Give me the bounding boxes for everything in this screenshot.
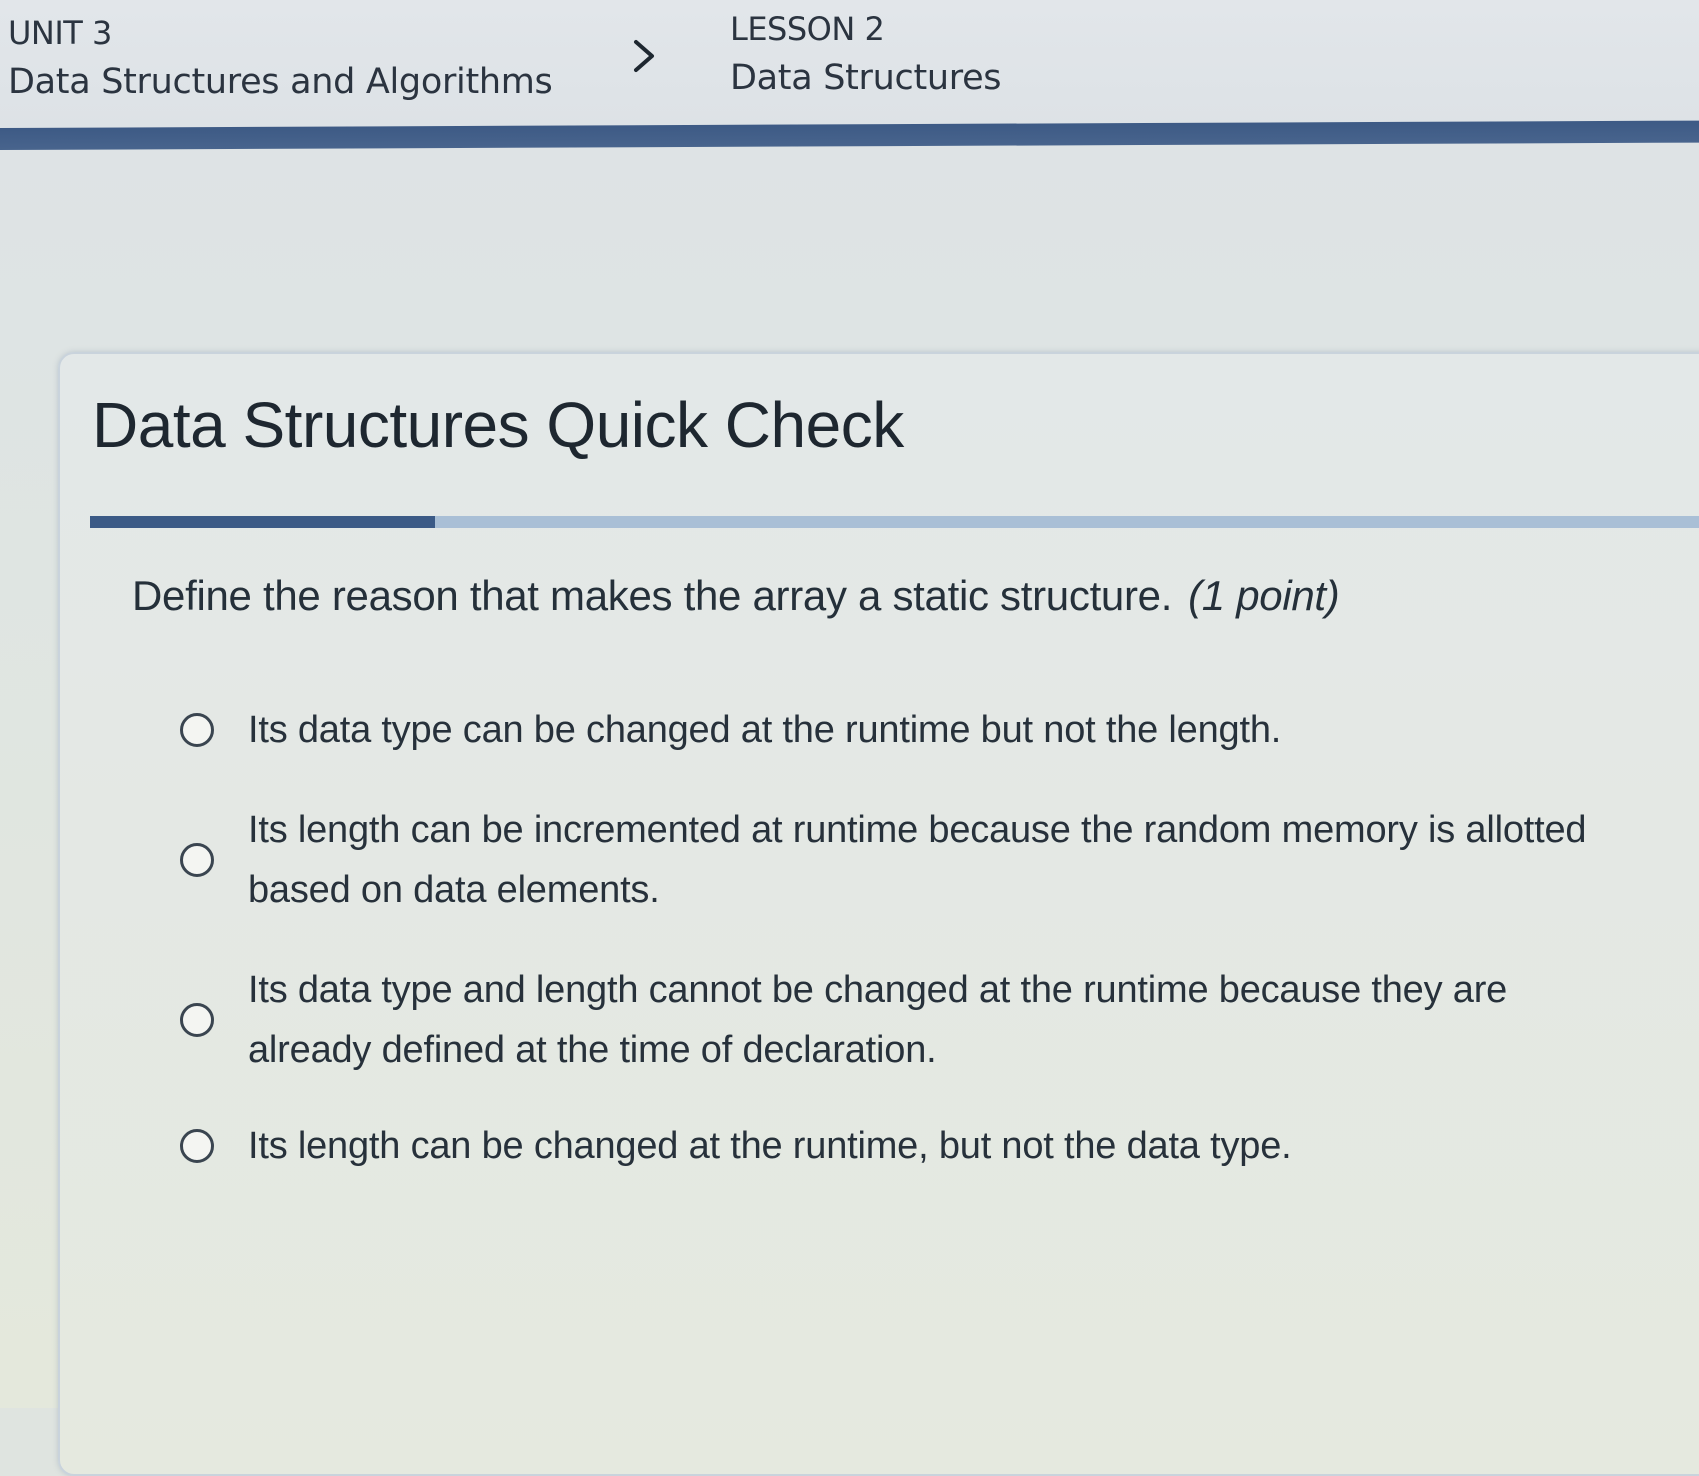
page-title: Data Structures Quick Check: [92, 389, 904, 461]
chevron-right-icon: [634, 40, 654, 72]
question-prompt: Define the reason that makes the array a…: [132, 572, 1173, 619]
breadcrumb-unit[interactable]: UNIT 3 Data Structures and Algorithms: [8, 14, 553, 102]
radio-button-icon[interactable]: [180, 843, 214, 877]
radio-button-icon[interactable]: [180, 713, 214, 747]
radio-button-icon[interactable]: [180, 1129, 214, 1163]
answer-option[interactable]: Its length can be changed at the runtime…: [180, 1116, 1640, 1176]
radio-button-icon[interactable]: [180, 1003, 214, 1037]
answer-option[interactable]: Its length can be incremented at runtime…: [180, 800, 1640, 920]
screen: UNIT 3 Data Structures and Algorithms LE…: [0, 0, 1699, 1476]
answer-option-label: Its data type and length cannot be chang…: [248, 969, 1508, 1071]
lesson-label: LESSON 2: [730, 10, 885, 48]
answer-option[interactable]: Its data type and length cannot be chang…: [180, 960, 1640, 1080]
question-points: (1 point): [1188, 572, 1340, 619]
answer-option[interactable]: Its data type can be changed at the runt…: [180, 700, 1640, 760]
unit-title: Data Structures and Algorithms: [8, 62, 553, 102]
answer-option-label: Its length can be changed at the runtime…: [248, 1125, 1292, 1167]
answer-option-label: Its length can be incremented at runtime…: [248, 809, 1587, 911]
question-text: Define the reason that makes the array a…: [132, 572, 1340, 620]
title-divider: [90, 516, 1699, 528]
title-divider-accent: [90, 516, 435, 528]
answer-option-label: Its data type can be changed at the runt…: [248, 709, 1282, 751]
lesson-title: Data Structures: [730, 58, 1002, 98]
breadcrumb-lesson[interactable]: LESSON 2 Data Structures: [730, 10, 1002, 98]
breadcrumb: UNIT 3 Data Structures and Algorithms LE…: [0, 0, 1699, 128]
unit-label: UNIT 3: [8, 14, 112, 52]
